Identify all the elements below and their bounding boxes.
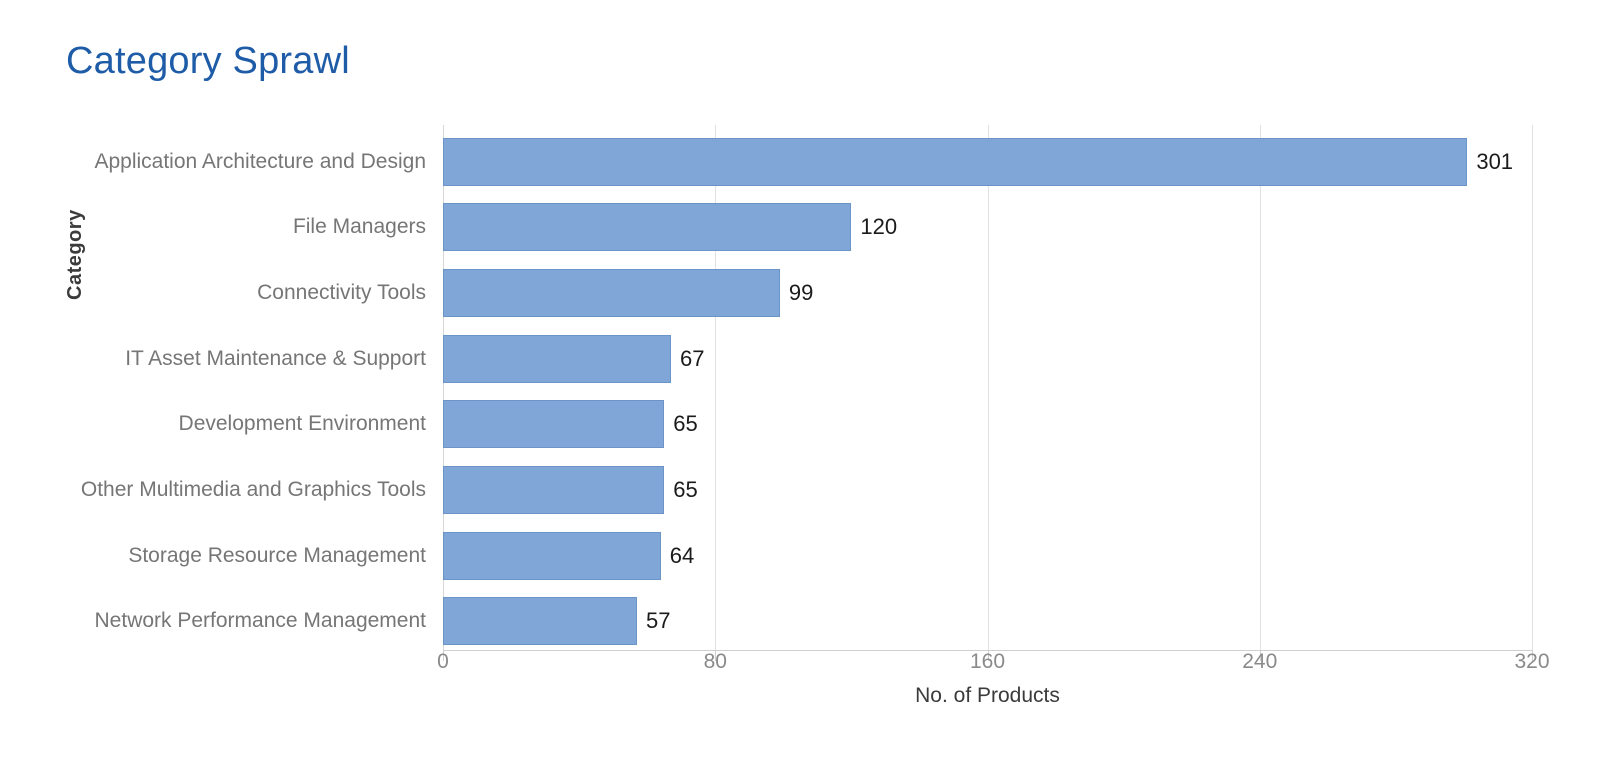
bar-value-label: 57 (645, 608, 671, 634)
bar-row[interactable]: 99 (443, 269, 1532, 318)
x-tick-label: 80 (703, 650, 727, 673)
bar-value-label: 99 (788, 280, 814, 306)
category-label: Network Performance Management (94, 609, 426, 633)
bar[interactable] (443, 137, 1468, 186)
bar-row[interactable]: 65 (443, 465, 1532, 514)
bar-row[interactable]: 65 (443, 400, 1532, 449)
x-tick-label: 240 (1242, 650, 1278, 673)
bar[interactable] (443, 597, 637, 646)
category-label: IT Asset Maintenance & Support (125, 346, 426, 370)
bar-row[interactable]: 64 (443, 531, 1532, 580)
x-axis-title: No. of Products (915, 684, 1060, 707)
bar[interactable] (443, 203, 852, 252)
bar[interactable] (443, 531, 661, 580)
bar-value-label: 120 (860, 214, 898, 240)
x-tick-label: 0 (437, 650, 449, 673)
category-label: Development Environment (178, 412, 426, 436)
bar-value-label: 65 (673, 476, 698, 502)
bar[interactable] (443, 334, 671, 383)
category-label: Connectivity Tools (257, 281, 426, 305)
category-label: Storage Resource Management (128, 543, 426, 567)
category-label: Other Multimedia and Graphics Tools (80, 477, 426, 501)
bar-value-label: 65 (673, 411, 698, 437)
bar[interactable] (443, 400, 665, 449)
x-tick-label: 160 (969, 650, 1006, 673)
bar-row[interactable]: 120 (443, 203, 1532, 252)
bar-value-label: 301 (1476, 148, 1514, 174)
bar-row[interactable]: 57 (443, 597, 1532, 646)
chart-page: Category Sprawl Category 301 120 99 67 65 65 6… (0, 0, 1608, 773)
bar-value-label: 67 (680, 345, 705, 371)
bar-row[interactable]: 301 (443, 137, 1532, 186)
bar[interactable] (443, 465, 665, 514)
bar-value-label: 64 (669, 542, 695, 568)
category-label: File Managers (292, 215, 426, 239)
category-label: Application Architecture and Design (94, 149, 426, 173)
x-tick-label: 320 (1514, 650, 1550, 673)
y-axis-title: Category (64, 209, 86, 300)
gridline (1532, 125, 1533, 650)
page-title: Category Sprawl (66, 40, 350, 82)
bar-row[interactable]: 67 (443, 334, 1532, 383)
plot-area: 301 120 99 67 65 65 64 57 (443, 125, 1533, 650)
bar[interactable] (443, 269, 780, 318)
